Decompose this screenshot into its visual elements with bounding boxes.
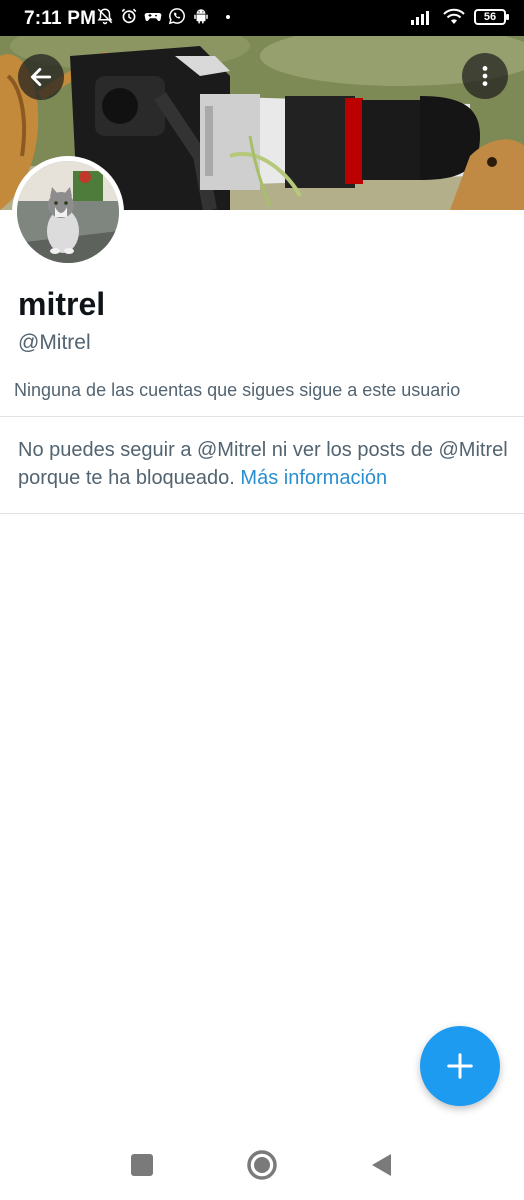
recents-square-icon[interactable]	[131, 1154, 153, 1176]
more-vertical-icon	[482, 66, 488, 86]
plus-icon	[447, 1053, 473, 1079]
battery-icon: 56	[474, 9, 509, 25]
android-icon	[194, 9, 208, 24]
divider	[0, 513, 524, 514]
status-bar: 7:11 PM 56	[0, 0, 524, 36]
profile-name: mitrel	[18, 286, 106, 322]
status-system-icons: 56	[410, 8, 509, 26]
cat-photo	[17, 161, 119, 263]
battery-level: 56	[483, 11, 497, 23]
back-button[interactable]	[18, 54, 64, 100]
profile-handle: @Mitrel	[18, 331, 91, 354]
profile-screen: 7:11 PM 56 mitrel @Mitrel Ninguna de las…	[0, 0, 524, 1200]
avatar[interactable]	[12, 156, 124, 268]
alarm-icon	[121, 8, 137, 24]
wifi-icon	[443, 8, 465, 24]
home-circle-icon[interactable]	[246, 1149, 278, 1181]
compose-post-button[interactable]	[420, 1026, 500, 1106]
status-notification-icons	[96, 7, 230, 25]
bell-off-icon	[97, 8, 113, 25]
learn-more-link[interactable]: Más información	[240, 467, 387, 489]
blocked-notice: No puedes seguir a @Mitrel ni ver los po…	[18, 436, 508, 492]
avatar-photo	[17, 161, 119, 263]
system-navigation-bar	[0, 1130, 524, 1200]
back-triangle-icon[interactable]	[369, 1152, 393, 1178]
status-time: 7:11 PM	[24, 8, 97, 29]
followers-you-know-note: Ninguna de las cuentas que sigues sigue …	[14, 380, 461, 400]
divider	[0, 416, 524, 417]
whatsapp-icon	[168, 8, 185, 25]
more-notifications-dot	[226, 15, 230, 19]
game-controller-icon	[144, 12, 162, 22]
arrow-left-icon	[30, 68, 52, 86]
more-options-button[interactable]	[462, 53, 508, 99]
signal-icon	[411, 11, 429, 25]
